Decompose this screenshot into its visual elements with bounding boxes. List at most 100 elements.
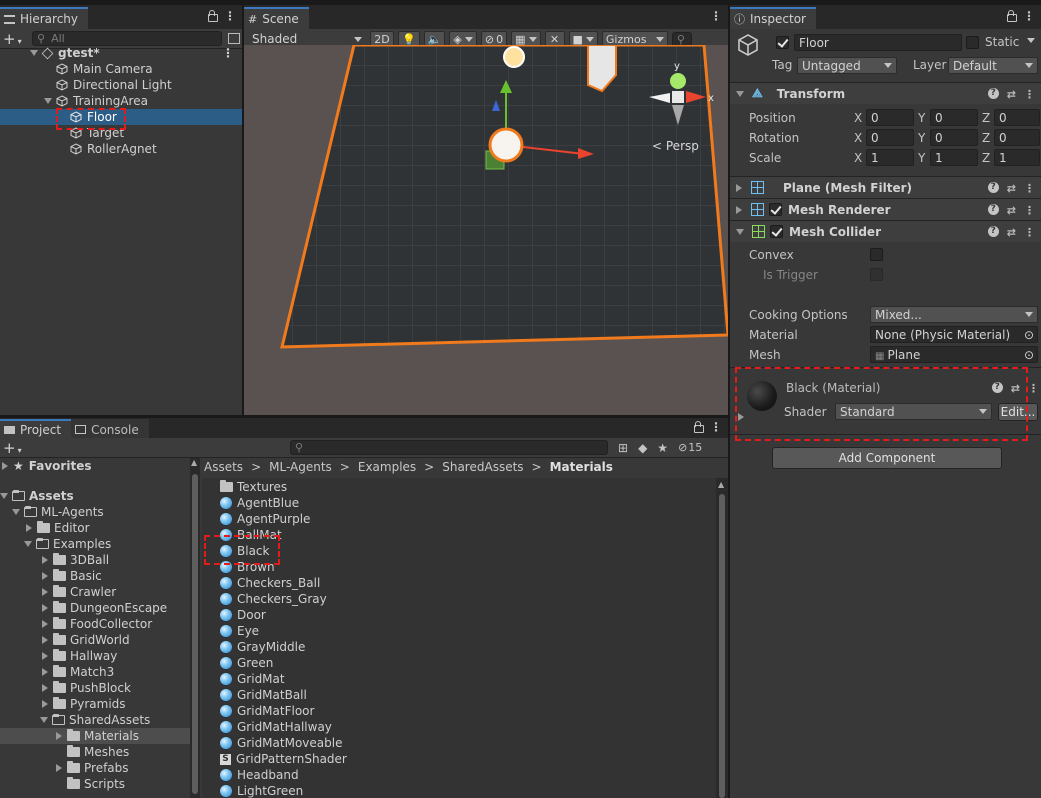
file-list-item[interactable]: S GridPatternShader <box>202 751 714 767</box>
mesh-renderer-header[interactable]: Mesh Renderer ? ⇄ ⋮ <box>730 198 1041 220</box>
collapse-arrow-icon[interactable] <box>736 228 744 235</box>
search-options-icon[interactable] <box>228 33 240 44</box>
expand-arrow-icon[interactable] <box>42 620 48 628</box>
presets-icon[interactable]: ⇄ <box>1007 226 1016 239</box>
expand-arrow-icon[interactable] <box>2 462 8 470</box>
file-list-item[interactable]: GridMatFloor <box>202 703 714 719</box>
expand-arrow-icon[interactable] <box>42 572 48 580</box>
file-list-item[interactable]: Checkers_Gray <box>202 591 714 607</box>
folder-tree-item[interactable]: Examples <box>0 536 190 552</box>
object-picker-icon[interactable]: ⊙ <box>1024 328 1034 342</box>
folder-tree-item[interactable]: ML-Agents <box>0 504 190 520</box>
project-search-input[interactable]: ⚲ <box>290 440 608 455</box>
kebab-menu-icon[interactable]: ⋮ <box>710 10 722 22</box>
breadcrumb-materials[interactable]: Materials <box>550 460 613 474</box>
layer-dropdown[interactable]: Default <box>948 57 1038 74</box>
mesh-field[interactable]: ▦ Plane ⊙ <box>870 346 1038 363</box>
folder-tree-item[interactable]: SharedAssets <box>0 712 190 728</box>
folder-tree-item[interactable]: Match3 <box>0 664 190 680</box>
folder-tree-scrollbar[interactable]: ▲ <box>190 458 200 798</box>
file-list-item[interactable]: GridMatHallway <box>202 719 714 735</box>
persp-label[interactable]: < Persp <box>652 139 699 153</box>
file-list-item[interactable]: AgentBlue <box>202 495 714 511</box>
static-checkbox[interactable] <box>966 36 979 49</box>
file-list-item[interactable]: GrayMiddle <box>202 639 714 655</box>
folder-tree-item[interactable]: Pyramids <box>0 696 190 712</box>
search-by-type-icon[interactable]: ⊞ <box>618 441 628 455</box>
tab-inspector[interactable]: ⓘ Inspector <box>730 7 816 29</box>
kebab-menu-icon[interactable]: ⋮ <box>1024 182 1035 195</box>
file-list-item[interactable]: Checkers_Ball <box>202 575 714 591</box>
hierarchy-search-input[interactable]: ⚲ All <box>32 31 222 46</box>
lock-icon[interactable] <box>1007 10 1017 22</box>
expand-arrow-icon[interactable] <box>56 764 62 772</box>
folder-tree-item[interactable]: Editor <box>0 520 190 536</box>
file-list-scrollbar[interactable]: ▲ <box>716 478 728 798</box>
mesh-renderer-enabled-checkbox[interactable] <box>769 203 782 216</box>
expand-arrow-icon[interactable] <box>0 493 8 499</box>
scene-viewport[interactable]: x y < Persp <box>244 45 728 415</box>
axis-x-label[interactable]: X <box>854 131 862 145</box>
file-list-item[interactable]: Eye <box>202 623 714 639</box>
axis-y-label[interactable]: Y <box>918 131 925 145</box>
axis-z-label[interactable]: Z <box>982 151 990 165</box>
tab-project[interactable]: Project <box>0 419 72 438</box>
tab-scene[interactable]: # Scene <box>244 7 309 29</box>
file-list-item[interactable]: AgentPurple <box>202 511 714 527</box>
hierarchy-item-main-camera[interactable]: Main Camera <box>0 61 242 77</box>
cooking-options-dropdown[interactable]: Mixed... <box>870 306 1038 323</box>
axis-z-label[interactable]: Z <box>982 131 990 145</box>
scale-x-input[interactable]: 1 <box>866 149 914 166</box>
file-list-item[interactable]: LightGreen <box>202 783 714 798</box>
hierarchy-item-training-area[interactable]: TrainingArea <box>0 93 242 109</box>
kebab-menu-icon[interactable]: ⋮ <box>1024 88 1035 101</box>
expand-arrow-icon[interactable] <box>736 183 742 192</box>
expand-arrow-icon[interactable] <box>42 684 48 692</box>
lock-icon[interactable] <box>208 10 218 22</box>
folder-tree-item[interactable]: 3DBall <box>0 552 190 568</box>
folder-tree-item[interactable]: Scripts <box>0 776 190 792</box>
scrollbar-thumb[interactable] <box>719 494 725 798</box>
kebab-menu-icon[interactable]: ⋮ <box>1028 382 1039 395</box>
expand-arrow-icon[interactable] <box>56 732 62 740</box>
folder-tree-item[interactable]: FoodCollector <box>0 616 190 632</box>
folder-tree-item[interactable]: Hallway <box>0 648 190 664</box>
axis-y-label[interactable]: Y <box>918 151 925 165</box>
breadcrumb-ml-agents[interactable]: ML-Agents <box>269 460 332 474</box>
breadcrumb-shared-assets[interactable]: SharedAssets <box>442 460 523 474</box>
mesh-collider-header[interactable]: Mesh Collider ? ⇄ ⋮ <box>730 220 1041 242</box>
create-asset-button[interactable]: + ▾ <box>0 439 28 457</box>
breadcrumb-assets[interactable]: Assets <box>204 460 243 474</box>
scroll-up-icon[interactable]: ▲ <box>718 480 724 489</box>
expand-arrow-icon[interactable] <box>42 588 48 596</box>
static-dropdown-arrow[interactable] <box>1027 38 1035 43</box>
kebab-menu-icon[interactable]: ⋮ <box>1023 10 1035 22</box>
gameobject-icon[interactable] <box>736 33 760 57</box>
expand-arrow-icon[interactable] <box>44 98 52 104</box>
file-list-item[interactable]: Door <box>202 607 714 623</box>
expand-arrow-icon[interactable] <box>736 205 742 214</box>
directional-light-gizmo[interactable] <box>503 46 525 68</box>
position-x-input[interactable]: 0 <box>866 109 914 126</box>
presets-icon[interactable]: ⇄ <box>1007 204 1016 217</box>
help-icon[interactable]: ? <box>987 226 999 237</box>
collapse-arrow-icon[interactable] <box>736 90 744 97</box>
file-list-item[interactable]: Green <box>202 655 714 671</box>
star-icon[interactable]: ★ <box>657 441 668 455</box>
file-list-item[interactable]: Textures <box>202 479 714 495</box>
filter-by-label-icon[interactable]: ◆ <box>638 441 647 455</box>
axis-x-label[interactable]: X <box>854 111 862 125</box>
transform-header[interactable]: ⟁ Transform ? ⇄ ⋮ <box>730 82 1041 104</box>
tag-dropdown[interactable]: Untagged <box>797 57 897 74</box>
rotation-y-input[interactable]: 0 <box>930 129 978 146</box>
physic-material-field[interactable]: None (Physic Material) ⊙ <box>870 326 1038 343</box>
rotation-x-input[interactable]: 0 <box>866 129 914 146</box>
kebab-menu-icon[interactable]: ⋮ <box>710 421 722 433</box>
expand-arrow-icon[interactable] <box>42 700 48 708</box>
collapse-arrow-icon[interactable] <box>12 509 20 515</box>
scale-y-input[interactable]: 1 <box>930 149 978 166</box>
tab-hierarchy[interactable]: Hierarchy <box>0 7 89 29</box>
kebab-menu-icon[interactable]: ⋮ <box>224 10 236 22</box>
collapse-arrow-icon[interactable] <box>40 717 48 723</box>
folder-tree-item[interactable]: PushBlock <box>0 680 190 696</box>
